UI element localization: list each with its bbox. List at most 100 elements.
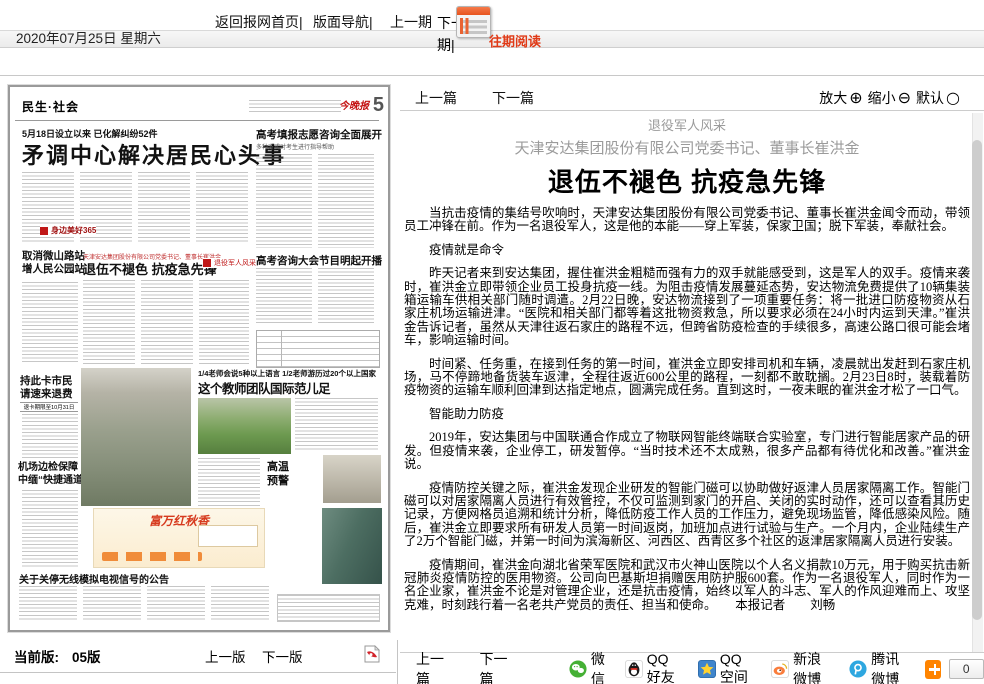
zoom-in-button[interactable]: 放大 ⊕ bbox=[819, 88, 862, 108]
share-more-button[interactable] bbox=[925, 660, 940, 679]
share-sina-weibo-label: 新浪微博 bbox=[793, 649, 833, 684]
zoom-out-button[interactable]: 缩小 ⊖ bbox=[868, 88, 911, 108]
next-article-link-bottom[interactable]: 下一篇 bbox=[479, 649, 512, 684]
red-square-icon bbox=[40, 227, 48, 235]
zoom-default-label: 默认 bbox=[916, 88, 944, 108]
np-masthead: 今晚报 bbox=[339, 97, 369, 112]
zoom-default-button[interactable]: 默认 ○ bbox=[916, 88, 960, 108]
np-veteran-badge: 退役军人风采 bbox=[203, 258, 256, 268]
article-series: 退役军人风采 bbox=[404, 115, 970, 134]
np-gaokao-subtitle: 多种方式对考生进行指导帮助 bbox=[256, 142, 334, 151]
current-page-label: 当前版: bbox=[14, 646, 59, 666]
home-link[interactable]: 返回报网首页| bbox=[215, 12, 303, 32]
np-page-number: 5 bbox=[373, 94, 384, 117]
current-page-value: 05版 bbox=[72, 646, 101, 666]
np-teacher-body-text2 bbox=[198, 458, 260, 506]
left-footer-divider bbox=[0, 672, 396, 673]
np-notice-headline[interactable]: 关于关停无线模拟电视信号的公告 bbox=[19, 571, 169, 586]
np-left-col-text bbox=[22, 282, 78, 364]
article-paragraph: 时间紧、任务重，在接到任务的第一时间，崔洪金立即安排司机和车辆，凌晨就出发赶到石… bbox=[404, 358, 970, 398]
share-bar: 上一篇 下一篇 微信 bbox=[400, 652, 984, 684]
photo-teachers-on-grass bbox=[198, 398, 291, 454]
np-card-headline[interactable]: 持此卡市民 请速来退费 bbox=[20, 375, 73, 401]
page-nav-link[interactable]: 版面导航| bbox=[313, 12, 373, 32]
panel-divider bbox=[397, 640, 398, 684]
share-qq-label: QQ好友 bbox=[647, 651, 682, 684]
article-section-heading: 疫情就是命令 bbox=[404, 244, 970, 257]
np-boxed-notice bbox=[277, 594, 380, 622]
zoom-controls: 放大 ⊕ 缩小 ⊖ 默认 ○ bbox=[819, 88, 960, 108]
zoom-default-icon: ○ bbox=[946, 90, 960, 106]
next-page-link[interactable]: 下一版 bbox=[262, 646, 303, 666]
np-gaokao-tv-body-text bbox=[256, 268, 378, 324]
article-paragraph: 昨天记者来到安达集团，握住崔洪金粗糙而强有力的双手就能感受到，这是军人的双手。疫… bbox=[404, 267, 970, 347]
photo-bookshelf bbox=[322, 508, 382, 584]
newspaper-page-image[interactable]: 民生·社会 今晚报 5 5月18日设立以来 已化解纠纷52件 矛调中心解决居民心… bbox=[15, 94, 385, 623]
np-heat-warning-headline[interactable]: 高温 预警 bbox=[267, 460, 289, 488]
np-schedule-table bbox=[256, 330, 380, 368]
article-paragraph: 当抗击疫情的集结号吹响时，天津安达集团股份有限公司党委书记、董事长崔洪金闻令而动… bbox=[404, 207, 970, 234]
article-body: 当抗击疫情的集结号吹响时，天津安达集团股份有限公司党委书记、董事长崔洪金闻令而动… bbox=[404, 207, 970, 612]
np-card-subtitle: 退卡期限至10月31日 bbox=[20, 402, 78, 412]
share-qzone-button[interactable]: QQ空间 bbox=[698, 651, 755, 684]
article-section-heading: 智能助力防疫 bbox=[404, 408, 970, 421]
photo-umbrella-women bbox=[323, 455, 381, 503]
np-gaokao-headline[interactable]: 高考填报志愿咨询全面展开 bbox=[256, 127, 382, 142]
np-daily-badge: 身边美好365 bbox=[40, 225, 96, 236]
photo-street-crowd bbox=[81, 368, 191, 506]
prev-page-link[interactable]: 上一版 bbox=[205, 646, 246, 666]
share-tencent-weibo-button[interactable]: 腾讯微博 bbox=[849, 649, 911, 684]
np-veteran-headline[interactable]: 退伍不褪色 抗疫急先锋 bbox=[83, 259, 217, 278]
np-gaokao-tv-headline[interactable]: 高考咨询大会节目明起开播 bbox=[256, 253, 382, 268]
np-veteran-badge-label: 退役军人风采 bbox=[214, 258, 256, 268]
reader-toolbar-divider bbox=[400, 110, 984, 111]
qq-penguin-icon bbox=[625, 660, 643, 678]
np-main-headline[interactable]: 矛调中心解决居民心头事 bbox=[22, 138, 286, 170]
pdf-icon[interactable] bbox=[364, 645, 380, 668]
article-scrollbar-thumb[interactable] bbox=[972, 140, 982, 620]
newspaper-page-frame: 民生·社会 今晚报 5 5月18日设立以来 已化解纠纷52件 矛调中心解决居民心… bbox=[8, 85, 390, 632]
share-qq-button[interactable]: QQ好友 bbox=[625, 651, 682, 684]
np-airport-headline[interactable]: 机场边检保障 中缅“快捷通道” bbox=[18, 461, 88, 487]
np-gaokao-body-text bbox=[256, 154, 378, 248]
ad-product-image bbox=[198, 525, 258, 547]
next-article-link-top[interactable]: 下一篇 bbox=[492, 88, 534, 108]
np-left-col-text3 bbox=[22, 490, 78, 568]
np-left-col-text2 bbox=[22, 414, 78, 458]
share-wechat-button[interactable]: 微信 bbox=[569, 649, 609, 684]
issue-date: 2020年07月25日 星期六 bbox=[16, 31, 161, 47]
share-sina-weibo-button[interactable]: 新浪微博 bbox=[771, 649, 833, 684]
share-tencent-weibo-label: 腾讯微博 bbox=[871, 649, 911, 684]
np-header-meta bbox=[249, 100, 341, 112]
sina-weibo-icon bbox=[771, 660, 789, 678]
np-section-title: 民生·社会 bbox=[22, 98, 79, 115]
article-kicker: 天津安达集团股份有限公司党委书记、董事长崔洪金 bbox=[404, 137, 970, 158]
prev-article-link-top[interactable]: 上一篇 bbox=[415, 88, 457, 108]
zoom-out-label: 缩小 bbox=[868, 88, 896, 108]
share-qzone-label: QQ空间 bbox=[720, 651, 755, 684]
np-daily-badge-label: 身边美好365 bbox=[51, 225, 96, 236]
article-view: 退役军人风采 天津安达集团股份有限公司党委书记、董事长崔洪金 退伍不褪色 抗疫急… bbox=[404, 112, 970, 650]
np-advertisement: 富万红秋香 bbox=[93, 508, 265, 568]
article-paragraph: 2019年，安达集团与中国联通合作成立了物联网智能终端联合实验室，专门进行智能居… bbox=[404, 431, 970, 471]
np-teacher-body-text bbox=[295, 398, 378, 450]
tencent-weibo-icon bbox=[849, 660, 867, 678]
red-square-icon bbox=[203, 259, 211, 267]
zoom-out-icon: ⊖ bbox=[898, 90, 911, 106]
epaper-app: 2020年07月25日 星期六 返回报网首页| 版面导航| 上一期 下一期| 往… bbox=[0, 0, 984, 684]
article-title: 退伍不褪色 抗疫急先锋 bbox=[404, 162, 970, 199]
wechat-icon bbox=[569, 660, 587, 678]
calendar-icon[interactable] bbox=[456, 6, 491, 38]
prev-issue-link[interactable]: 上一期 bbox=[390, 12, 432, 32]
past-issues-link[interactable]: 往期阅读 bbox=[489, 31, 541, 50]
np-header-rule bbox=[15, 120, 379, 121]
share-count[interactable]: 0 bbox=[949, 659, 984, 679]
zoom-in-label: 放大 bbox=[819, 88, 847, 108]
article-paragraph: 疫情防控关键之际，崔洪金发现企业研发的智能门磁可以协助做好返津人员居家隔离工作。… bbox=[404, 482, 970, 549]
prev-article-link-bottom[interactable]: 上一篇 bbox=[416, 649, 449, 684]
np-notice-body-text bbox=[19, 586, 271, 620]
np-bus-headline[interactable]: 取消微山路站 增人民公园站 bbox=[22, 250, 85, 276]
np-teacher-headline[interactable]: 这个教师团队国际范儿足 bbox=[198, 378, 330, 397]
share-wechat-label: 微信 bbox=[591, 649, 609, 684]
header-divider bbox=[0, 75, 984, 76]
